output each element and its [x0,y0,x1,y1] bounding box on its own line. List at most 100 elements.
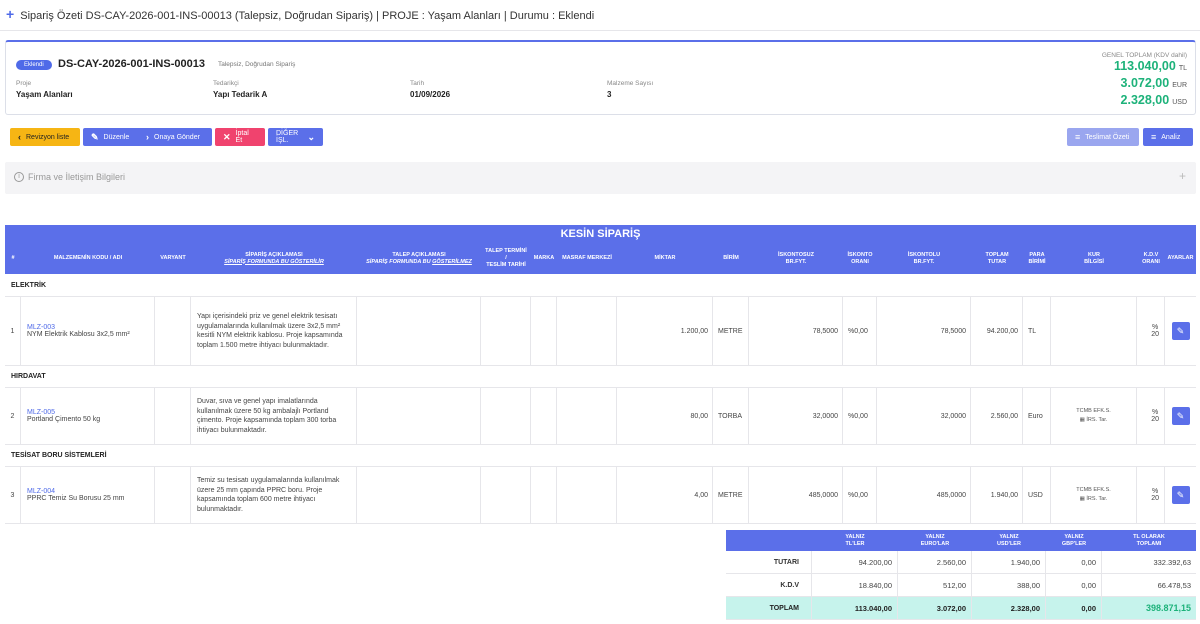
undiscounted-price-cell: 78,5000 [749,297,843,365]
vat-rate-cell: % 20 [1137,467,1165,523]
row-no: 2 [5,388,21,444]
summary-label: K.D.V [726,574,812,596]
undiscounted-price-cell: 485,0000 [749,467,843,523]
plus-icon[interactable]: + [6,6,14,22]
total-cell: 2.560,00 [971,388,1023,444]
request-date-cell [481,297,531,365]
info-label: Malzeme Sayısı [607,80,654,87]
company-contact-panel[interactable]: i Firma ve İletişim Bilgileri + [5,162,1196,194]
delivery-summary-button[interactable]: ≡ Teslimat Özeti [1067,128,1139,146]
summary-value: 0,00 [1046,551,1102,573]
undiscounted-price-cell: 32,0000 [749,388,843,444]
summary-header-usd: YALNIZ USD'LER [972,530,1046,551]
list-icon: ≡ [1075,132,1081,142]
col-total: TOPLAM TUTAR [985,251,1009,265]
summary-grand-total: 398.871,15 [1145,603,1191,613]
info-date: Tarih 01/09/2026 [410,80,450,99]
vat-rate-cell: % 20 [1137,297,1165,365]
group-header: ELEKTRİK [5,275,1196,297]
summary-value: 113.040,00 [812,597,898,619]
variant-cell [155,297,191,365]
edit-row-button[interactable]: ✎ [1171,486,1190,504]
summary-value: 0,00 [1046,574,1102,596]
edit-row-button[interactable]: ✎ [1171,407,1190,425]
discounted-price-cell: 32,0000 [877,388,971,444]
summary-value: 18.840,00 [812,574,898,596]
brand-cell [531,297,557,365]
info-icon: i [14,172,24,182]
table-row[interactable]: 2 MLZ-005 Portland Çimento 50 kg Duvar, s… [5,388,1196,445]
col-request-desc: TALEP AÇIKLAMASI SİPARİŞ FORMUNDA BU GÖST… [366,251,472,265]
analysis-button[interactable]: ≡ Analiz [1143,128,1193,146]
revision-list-button[interactable]: ‹ Revizyon liste [10,128,80,146]
quantity-cell: 80,00 [617,388,713,444]
page-title: DS-CAY-2026-001-INS-00013 (Talepsiz, Doğ… [85,10,595,22]
col-brand: MARKA [533,255,555,261]
material-cell: MLZ-004 PPRC Temiz Su Borusu 25 mm [21,467,155,523]
cancel-button[interactable]: ✕ İptal Et [215,128,265,146]
order-desc-cell: Yapı içerisindeki priz ve genel elektrik… [191,297,357,365]
send-approval-button[interactable]: › Onaya Gönder [138,128,212,146]
material-name: NYM Elektrik Kablosu 3x2,5 mm² [27,331,130,338]
table-row[interactable]: 3 MLZ-004 PPRC Temiz Su Borusu 25 mm Temi… [5,467,1196,524]
edit-icon: ✎ [91,131,99,142]
summary-header-total-tl: TL OLARAK TOPLAMI [1102,530,1196,551]
material-code-link[interactable]: MLZ-003 [27,324,130,331]
col-unit: BİRİM [723,255,739,261]
table-icon: ▦ [1079,496,1085,502]
col-quantity: MİKTAR [654,255,676,261]
grand-total-label: GENEL TOPLAM (KDV dahil) [1101,52,1187,59]
table-title: KESİN SİPARİŞ [5,225,1196,243]
status-badge: Eklendi [16,60,52,70]
summary-value: 1.940,00 [972,551,1046,573]
variant-cell [155,467,191,523]
page-title-bar: + Sipariş Özeti DS-CAY-2026-001-INS-0001… [0,0,1200,26]
list-icon: ≡ [1151,132,1157,142]
request-date-cell [481,467,531,523]
cost-center-cell [557,388,617,444]
total-cell: 1.940,00 [971,467,1023,523]
group-header: TESİSAT BORU SİSTEMLERİ [5,445,1196,467]
order-type: Talepsiz, Doğrudan Sipariş [218,61,296,68]
divider [0,30,1200,31]
info-label: Proje [16,80,32,87]
expand-plus-icon[interactable]: + [1179,169,1186,183]
grand-total-eur: 3.072,00 EUR [1120,76,1187,90]
col-discount-rate: İSKONTO ORANI [847,251,873,265]
edit-icon: ✎ [1176,489,1185,500]
summary-row-total: TOPLAM 113.040,00 3.072,00 2.328,00 0,00… [726,597,1196,620]
table-icon: ▦ [1079,417,1085,423]
summary-value: 2.560,00 [898,551,972,573]
col-vat-rate: K.D.V ORANI [1142,251,1160,265]
variant-cell [155,388,191,444]
summary-label: TUTARI [726,551,812,573]
summary-value: 332.392,63 [1153,557,1191,567]
company-contact-title: Firma ve İletişim Bilgileri [28,172,126,182]
material-code-link[interactable]: MLZ-004 [27,488,125,495]
info-label: Tarih [410,80,425,87]
other-actions-dropdown[interactable]: DİĞER İŞL. ⌄ [268,128,323,146]
summary-value: 388,00 [972,574,1046,596]
summary-header-eur: YALNIZ EURO'LAR [898,530,972,551]
col-discounted-price: İSKONTOLU BR.FYT. [907,251,941,265]
col-material: MALZEMENİN KODU / ADI [53,255,123,261]
close-icon: ✕ [223,131,231,142]
grand-total-usd: 2.328,00 USD [1120,93,1187,107]
row-no: 1 [5,297,21,365]
summary-value: 0,00 [1046,597,1102,619]
col-rate-info: KUR BİLGİSİ [1084,251,1104,265]
chevron-down-icon: ⌄ [307,131,315,142]
col-request-date: TALEP TERMİNİ / TESLİM TARİHİ [485,248,527,268]
table-row[interactable]: 1 MLZ-003 NYM Elektrik Kablosu 3x2,5 mm² … [5,297,1196,366]
rate-info-cell: TCMB EFK.S. ▦ İRS. Tar. [1051,388,1137,444]
rate-info-cell [1051,297,1137,365]
edit-button[interactable]: ✎ Düzenle [83,128,145,146]
material-code-link[interactable]: MLZ-005 [27,409,100,416]
request-desc-cell [357,467,481,523]
total-cell: 94.200,00 [971,297,1023,365]
info-value: Yapı Tedarik A [213,90,268,99]
edit-row-button[interactable]: ✎ [1171,322,1190,340]
info-project: Proje Yaşam Alanları [16,80,73,99]
col-no: # [11,255,15,261]
order-desc-cell: Temiz su tesisatı uygulamalarında kullan… [191,467,357,523]
